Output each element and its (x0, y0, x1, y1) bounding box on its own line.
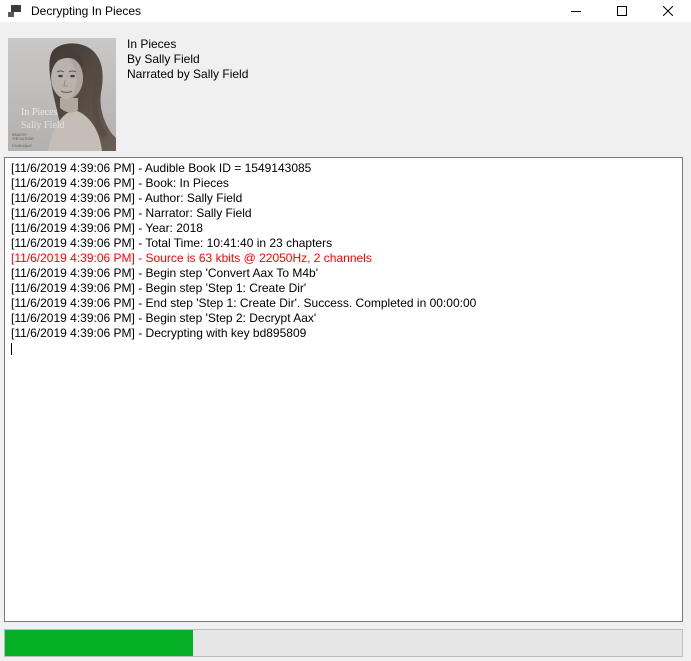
minimize-icon (571, 6, 581, 16)
text-caret (11, 343, 12, 355)
log-line: [11/6/2019 4:39:06 PM] - End step 'Step … (11, 296, 678, 311)
log-line: [11/6/2019 4:39:06 PM] - Total Time: 10:… (11, 236, 678, 251)
progress-bar (4, 629, 683, 657)
window-controls (553, 0, 691, 22)
log-line: [11/6/2019 4:39:06 PM] - Book: In Pieces (11, 176, 678, 191)
log-line: [11/6/2019 4:39:06 PM] - Begin step 'Ste… (11, 311, 678, 326)
log-area[interactable]: [11/6/2019 4:39:06 PM] - Audible Book ID… (4, 157, 683, 622)
maximize-icon (617, 6, 627, 16)
maximize-button[interactable] (599, 0, 645, 22)
book-narrator-label: Narrated by Sally Field (127, 67, 248, 82)
log-line: [11/6/2019 4:39:06 PM] - Begin step 'Ste… (11, 281, 678, 296)
log-caret-line (11, 341, 678, 356)
close-icon (663, 6, 673, 16)
log-line: [11/6/2019 4:39:06 PM] - Source is 63 kb… (11, 251, 678, 266)
log-line: [11/6/2019 4:39:06 PM] - Audible Book ID… (11, 161, 678, 176)
book-author-label: By Sally Field (127, 52, 248, 67)
log-line: [11/6/2019 4:39:06 PM] - Begin step 'Con… (11, 266, 678, 281)
book-title-label: In Pieces (127, 37, 248, 52)
title-bar: Decrypting In Pieces (0, 0, 691, 22)
log-line: [11/6/2019 4:39:06 PM] - Author: Sally F… (11, 191, 678, 206)
close-button[interactable] (645, 0, 691, 22)
cover-title-text: In Pieces (21, 107, 57, 118)
log-line: [11/6/2019 4:39:06 PM] - Narrator: Sally… (11, 206, 678, 221)
book-info: In Pieces By Sally Field Narrated by Sal… (127, 37, 248, 82)
book-cover-image: In Pieces Sally Field READ BY THE AUTHOR… (8, 38, 116, 151)
app-window-icon (8, 4, 22, 18)
log-line: [11/6/2019 4:39:06 PM] - Decrypting with… (11, 326, 678, 341)
cover-unabridged-text: Unabridged (12, 143, 32, 148)
cover-author-text: Sally Field (21, 120, 65, 131)
cover-readby-line2: THE AUTHOR (12, 137, 34, 141)
progress-bar-fill (5, 630, 193, 656)
window-title: Decrypting In Pieces (31, 4, 141, 18)
log-line: [11/6/2019 4:39:06 PM] - Year: 2018 (11, 221, 678, 236)
minimize-button[interactable] (553, 0, 599, 22)
